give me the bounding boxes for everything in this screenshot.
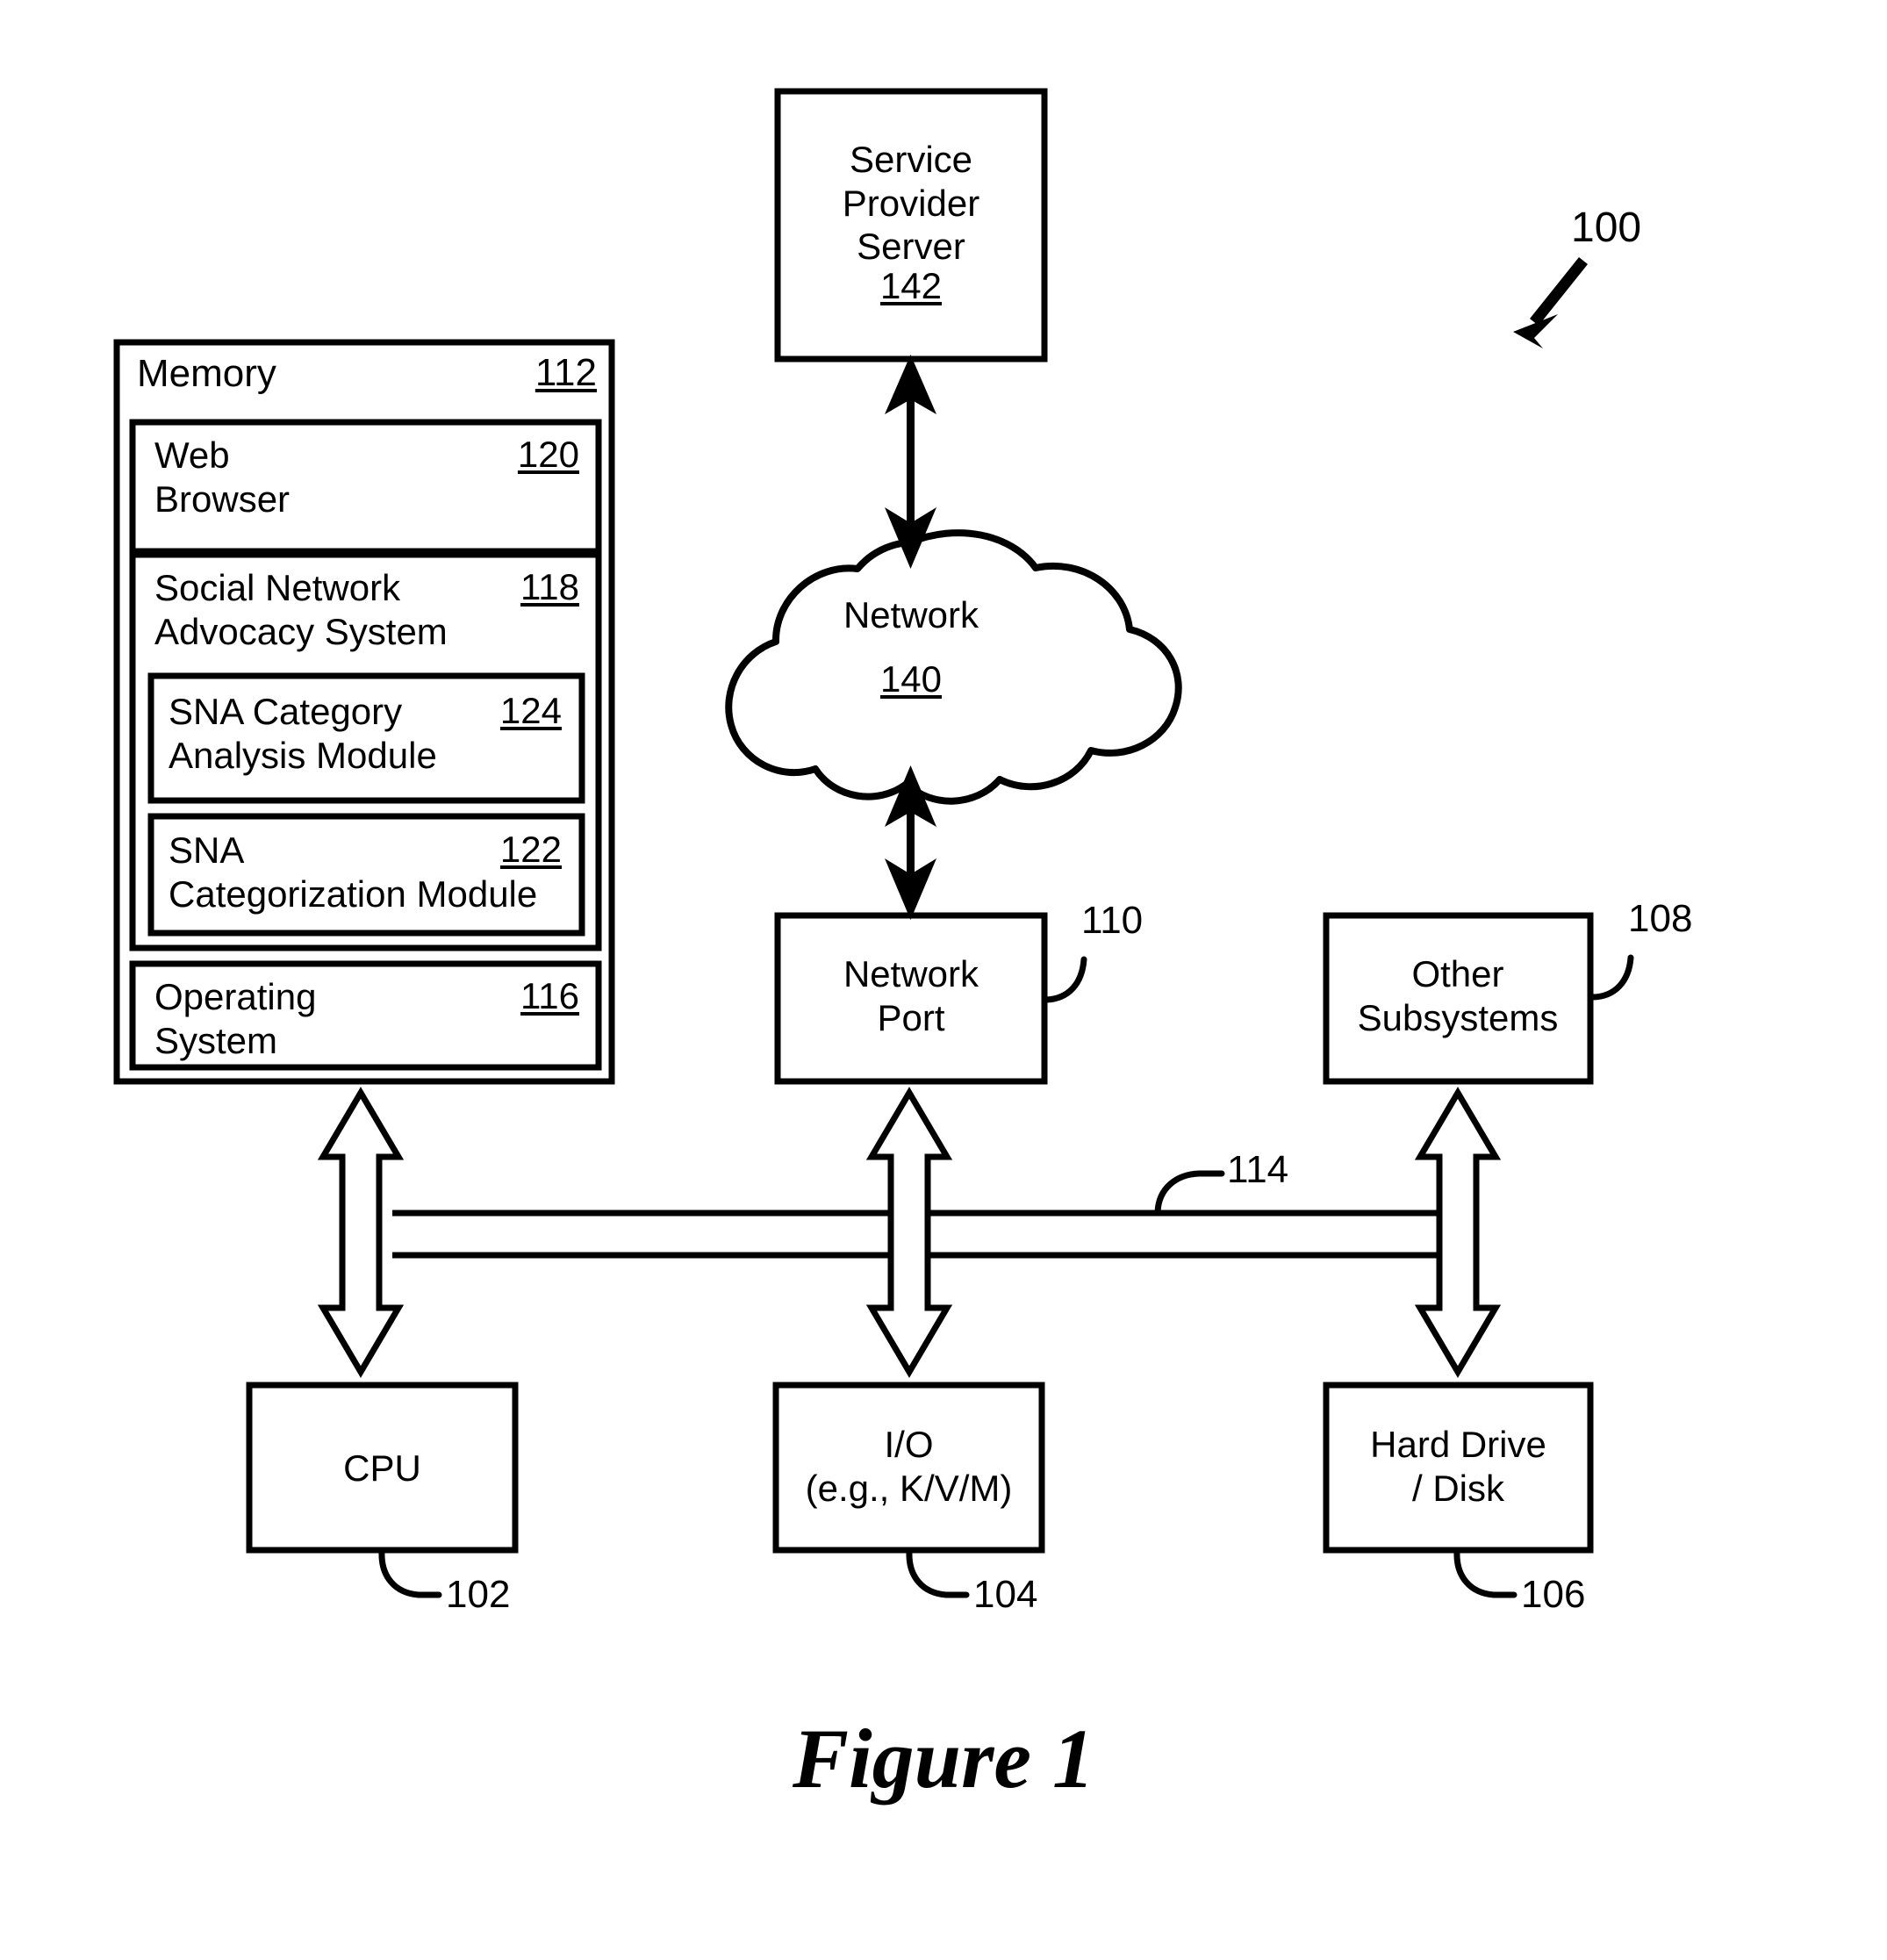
operating-system-label: Operating System	[154, 976, 317, 1061]
sna-category-analysis-module-label: SNA Category Analysis Module	[169, 691, 437, 776]
io-label: I/O (e.g., K/V/M)	[805, 1424, 1013, 1509]
leader-line-114	[1154, 1170, 1225, 1216]
leader-line-108	[1589, 954, 1634, 1001]
memory-ref: 112	[535, 351, 597, 394]
other-subsystems-label: Other Subsystems	[1357, 953, 1559, 1038]
figure-caption: Figure 1	[792, 1712, 1095, 1806]
network-port-ref: 110	[1081, 899, 1144, 942]
leader-line-106	[1453, 1548, 1517, 1598]
cpu-ref: 102	[446, 1573, 511, 1616]
leader-line-104	[906, 1548, 970, 1598]
operating-system-ref: 116	[520, 975, 579, 1016]
sna-system-ref: 118	[520, 566, 579, 607]
leader-line-110	[1043, 956, 1087, 1003]
system-ref-100: 100	[1571, 205, 1642, 251]
web-browser-ref: 120	[517, 434, 579, 475]
network-ref: 140	[879, 658, 943, 700]
system-100-arrow	[1513, 257, 1588, 348]
memory-title: Memory	[137, 352, 276, 395]
io-ref: 104	[973, 1573, 1038, 1616]
bus-arrow-intersection-masks	[346, 1210, 1471, 1259]
bus-ref: 114	[1227, 1148, 1289, 1191]
service-provider-server-label: Service Provider Server	[842, 139, 980, 268]
network-port-label: Network Port	[843, 953, 979, 1038]
patent-figure-1: Memory 112 Web Browser 120 Social Networ…	[0, 0, 1887, 1960]
sna-category-analysis-module-ref: 124	[499, 690, 562, 731]
leader-line-102	[378, 1548, 442, 1598]
service-provider-server-ref: 142	[879, 265, 943, 306]
cpu-label: CPU	[343, 1447, 421, 1489]
hard-drive-ref: 106	[1521, 1573, 1586, 1616]
hard-drive-label: Hard Drive / Disk	[1370, 1424, 1546, 1509]
sna-system-label: Social Network Advocacy System	[154, 567, 448, 652]
network-label: Network	[843, 594, 979, 635]
sna-categorization-module-ref: 122	[499, 829, 562, 870]
web-browser-label: Web Browser	[154, 434, 291, 520]
other-subsystems-ref: 108	[1628, 897, 1693, 940]
